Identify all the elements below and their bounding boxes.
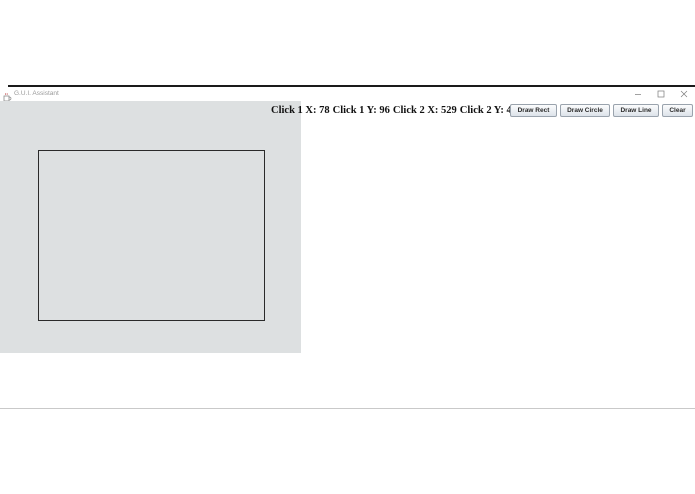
title-bar[interactable]: G.U.I. Assistant (0, 87, 695, 102)
clear-button[interactable]: Clear (662, 104, 693, 117)
draw-rect-button[interactable]: Draw Rect (510, 104, 557, 117)
draw-circle-button[interactable]: Draw Circle (560, 104, 610, 117)
drawing-canvas[interactable] (0, 101, 301, 353)
maximize-button[interactable] (650, 87, 672, 101)
window-bottom-border (0, 408, 695, 409)
minimize-button[interactable] (627, 87, 649, 101)
click1-y-label: Click 1 Y: 96 (332, 105, 390, 116)
click1-x-label: Click 1 X: 78 (271, 105, 330, 116)
minimize-icon (634, 90, 642, 98)
maximize-icon (657, 90, 665, 98)
click-coordinates-readout: Click 1 X: 78 Click 1 Y: 96 Click 2 X: 529… (271, 104, 525, 118)
app-window: G.U.I. Assistant Click 1 X: 78 Click 1 Y… (0, 87, 695, 409)
draw-line-button[interactable]: Draw Line (613, 104, 659, 117)
drawn-rectangle (38, 150, 265, 321)
java-cup-icon (3, 89, 12, 102)
window-title: G.U.I. Assistant (14, 90, 59, 97)
screen: G.U.I. Assistant Click 1 X: 78 Click 1 Y… (0, 0, 695, 494)
close-icon (680, 90, 688, 98)
close-button[interactable] (673, 87, 695, 101)
click2-x-label: Click 2 X: 529 (392, 105, 457, 116)
